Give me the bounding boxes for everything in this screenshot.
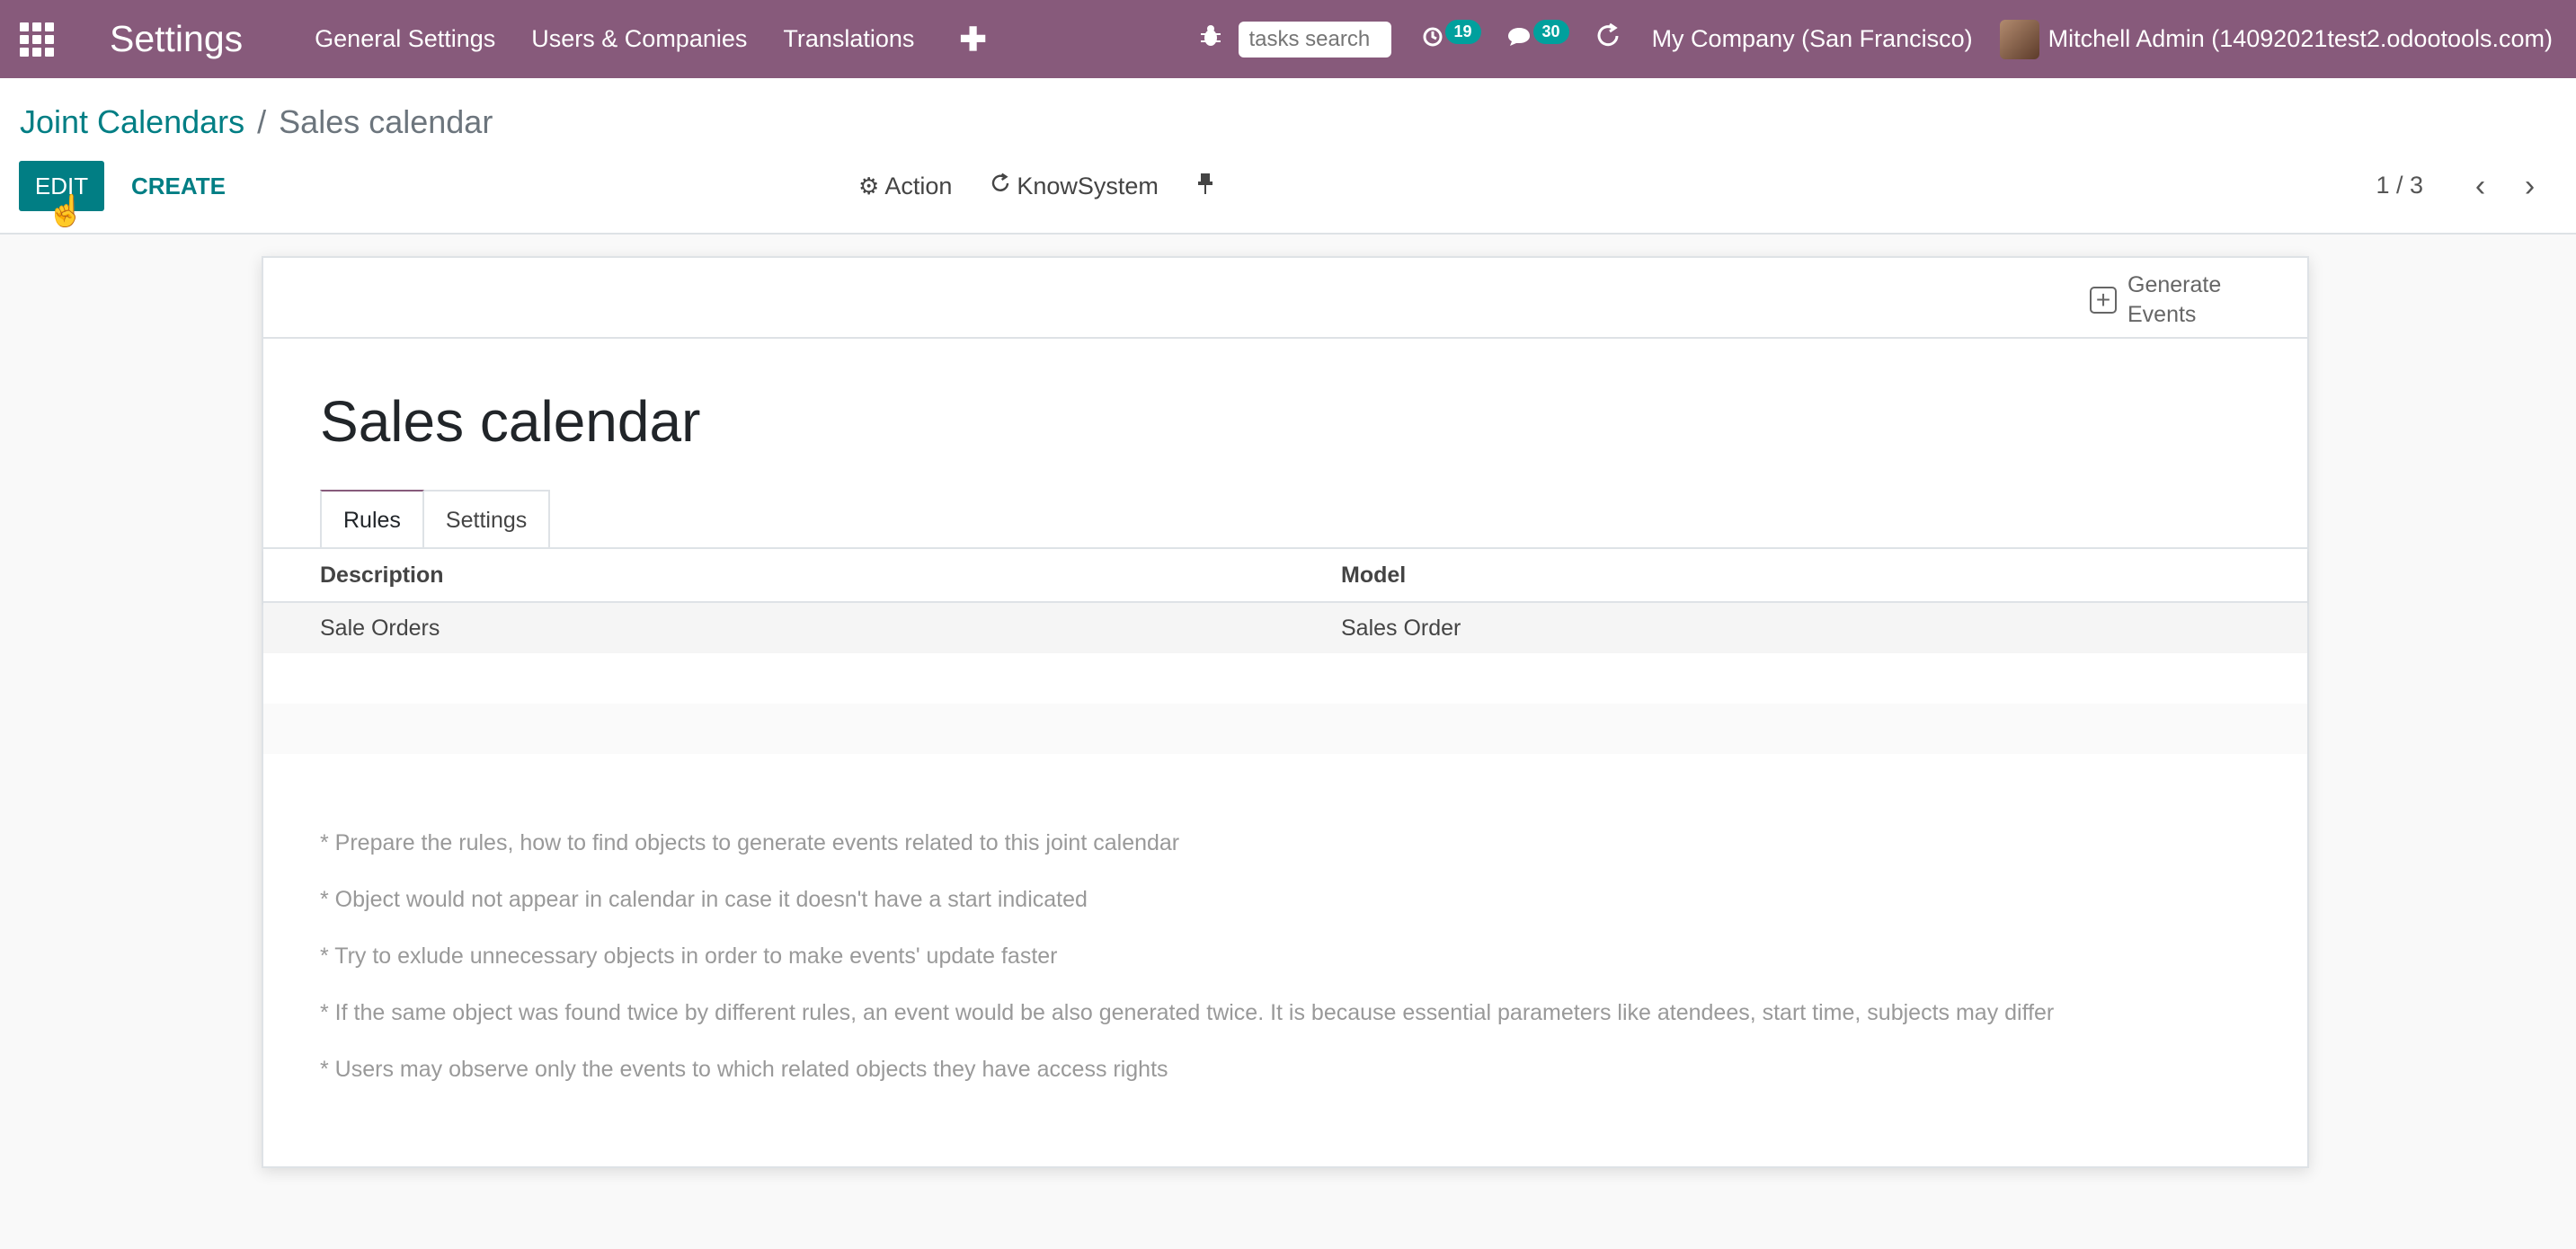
gear-icon: ⚙ xyxy=(858,173,880,199)
row-model: Sales Order xyxy=(1341,615,1461,641)
menu-users-companies[interactable]: Users & Companies xyxy=(531,25,747,53)
action-bar: ⚙ Action KnowSystem xyxy=(858,172,1257,201)
chat-bubble-icon xyxy=(1506,25,1532,54)
help-note: * Object would not appear in calendar in… xyxy=(320,887,1088,912)
pin-icon xyxy=(1196,172,1214,201)
clock-icon xyxy=(1422,25,1443,54)
apps-menu-icon[interactable] xyxy=(18,21,56,58)
form-button-box: + Generate Events xyxy=(263,258,2307,339)
messaging-menu[interactable]: 30 xyxy=(1506,20,1569,54)
avatar xyxy=(1999,19,2039,59)
pager-value[interactable]: 1 / 3 xyxy=(2376,172,2423,199)
pointer-hand-icon: ☝ xyxy=(47,194,85,228)
generate-events-label: Generate Events xyxy=(2127,272,2222,327)
pager-navigation: ‹ › xyxy=(2456,166,2554,206)
chevron-left-icon[interactable]: ‹ xyxy=(2456,166,2505,206)
user-name: Mitchell Admin (14092021test2.odootools.… xyxy=(2047,25,2553,52)
activity-count-badge: 19 xyxy=(1444,20,1481,44)
app-name[interactable]: Settings xyxy=(110,18,243,60)
column-model[interactable]: Model xyxy=(1341,562,1406,589)
menu-translations[interactable]: Translations xyxy=(783,25,914,53)
rules-table: Description Model Sale Orders Sales Orde… xyxy=(263,549,2307,754)
action-label: Action xyxy=(884,173,953,199)
empty-row xyxy=(263,653,2307,704)
help-note: * Prepare the rules, how to find objects… xyxy=(320,830,1180,855)
menu-general-settings[interactable]: General Settings xyxy=(315,25,495,53)
pin-button[interactable] xyxy=(1196,172,1220,201)
action-dropdown[interactable]: ⚙ Action xyxy=(858,173,952,200)
breadcrumb-separator: / xyxy=(257,103,267,140)
help-note: * Try to exlude unnecessary objects in o… xyxy=(320,943,1058,969)
column-description[interactable]: Description xyxy=(320,562,444,589)
form-sheet: + Generate Events Sales calendar Rules S… xyxy=(262,256,2309,1168)
bug-icon-svg xyxy=(1200,25,1221,46)
main-menu: General Settings Users & Companies Trans… xyxy=(297,21,986,58)
breadcrumb-joint-calendars[interactable]: Joint Calendars xyxy=(20,103,244,140)
plus-square-icon: + xyxy=(2090,287,2117,314)
knowsystem-menu[interactable] xyxy=(1594,22,1621,56)
knowsystem-dropdown[interactable]: KnowSystem xyxy=(990,173,1159,200)
table-row[interactable]: Sale Orders Sales Order xyxy=(263,603,2307,653)
help-notes: * Prepare the rules, how to find objects… xyxy=(320,815,2054,1098)
tasks-search-input[interactable] xyxy=(1238,21,1391,58)
create-button[interactable]: CREATE xyxy=(126,161,231,211)
bug-icon[interactable] xyxy=(1199,23,1222,55)
top-navbar: Settings General Settings Users & Compan… xyxy=(0,0,2576,78)
generate-events-button[interactable]: + Generate Events xyxy=(2090,270,2235,330)
breadcrumb-current: Sales calendar xyxy=(279,103,493,140)
messages-count-badge: 30 xyxy=(1532,20,1569,44)
activity-menu[interactable]: 19 xyxy=(1422,20,1481,54)
help-note: * Users may observe only the events to w… xyxy=(320,1057,1168,1082)
table-header: Description Model xyxy=(263,549,2307,603)
control-panel: Joint Calendars / Sales calendar EDIT CREA… xyxy=(0,78,2576,235)
tab-rules[interactable]: Rules xyxy=(320,490,424,549)
record-title: Sales calendar xyxy=(320,389,701,454)
user-menu[interactable]: Mitchell Admin (14092021test2.odootools.… xyxy=(1999,19,2553,59)
notebook-tabs: Rules Settings xyxy=(320,490,551,549)
row-description: Sale Orders xyxy=(320,615,440,641)
tab-settings[interactable]: Settings xyxy=(423,490,551,549)
refresh-icon xyxy=(990,173,1011,200)
systray: 19 30 My Company (San Francisco) Mitchel… xyxy=(1199,0,2576,78)
company-switcher[interactable]: My Company (San Francisco) xyxy=(1652,25,1973,53)
breadcrumb: Joint Calendars / Sales calendar xyxy=(20,103,493,141)
help-note: * If the same object was found twice by … xyxy=(320,1000,2055,1025)
plus-icon[interactable]: ✚ xyxy=(959,21,986,58)
knowsystem-label: KnowSystem xyxy=(1017,173,1159,199)
refresh-bubble-icon xyxy=(1594,22,1621,56)
chevron-right-icon[interactable]: › xyxy=(2505,166,2554,206)
empty-row xyxy=(263,704,2307,754)
